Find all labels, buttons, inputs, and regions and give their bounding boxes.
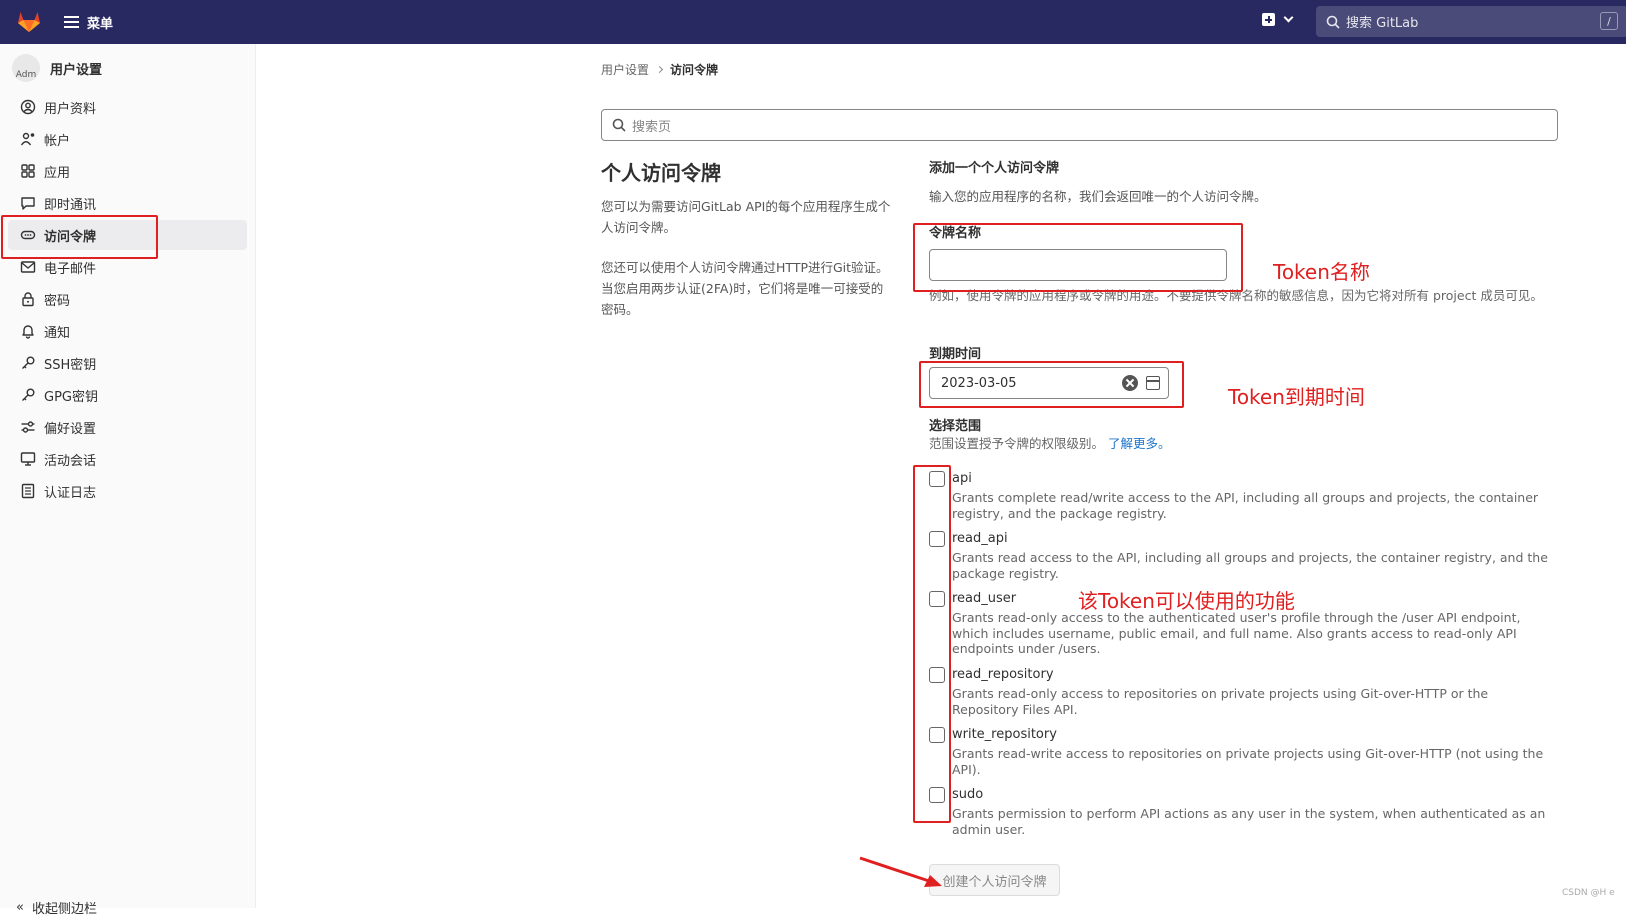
- gitlab-logo-icon[interactable]: [16, 8, 42, 34]
- expiry-label: 到期时间: [929, 347, 982, 362]
- annotation-box-scopes: [913, 465, 951, 823]
- breadcrumb: 用户设置 访问令牌: [601, 61, 718, 78]
- scope-description: Grants permission to perform API actions…: [952, 806, 1546, 837]
- sidebar-item-gpg-keys[interactable]: GPG密钥: [8, 380, 247, 410]
- global-search-input[interactable]: 搜索 GitLab /: [1316, 6, 1626, 37]
- settings-search-input[interactable]: 搜索页: [601, 109, 1558, 141]
- hamburger-icon: [64, 16, 79, 28]
- scopes-label: 选择范围: [929, 419, 982, 434]
- scope-description: Grants read-only access to repositories …: [952, 686, 1489, 717]
- breadcrumb-current[interactable]: 访问令牌: [670, 61, 718, 78]
- watermark: CSDN @H e: [1562, 888, 1615, 898]
- annotation-token-scopes: 该Token可以使用的功能: [1078, 589, 1295, 613]
- scope-name[interactable]: sudo: [952, 787, 983, 803]
- chat-icon: [20, 195, 36, 211]
- menu-label: 菜单: [87, 16, 114, 32]
- form-description: 输入您的应用程序的名称，我们会返回唯一的个人访问令牌。: [929, 189, 1267, 204]
- sidebar-header[interactable]: Adm 用户设置: [12, 54, 102, 82]
- lock-icon: [20, 291, 36, 307]
- breadcrumb-parent-link[interactable]: 用户设置: [601, 61, 649, 78]
- profile-icon: [20, 99, 36, 115]
- top-navbar: 菜单 搜索 GitLab /: [0, 0, 1626, 44]
- scopes-description-text: 范围设置授予令牌的权限级别。: [929, 436, 1105, 451]
- sidebar-title: 用户设置: [50, 62, 103, 78]
- scope-name[interactable]: api: [952, 471, 972, 487]
- chevron-down-icon: [1283, 12, 1294, 23]
- new-dropdown-button[interactable]: [1262, 12, 1294, 26]
- scope-description: Grants read-write access to repositories…: [952, 746, 1544, 777]
- sidebar-item-account[interactable]: 帐户: [8, 124, 247, 154]
- sidebar-item-label: 密码: [44, 293, 71, 309]
- intro-paragraph: 您可以为需要访问GitLab API的每个应用程序生成个人访问令牌。: [601, 199, 891, 235]
- menu-button[interactable]: 菜单: [64, 11, 113, 33]
- sidebar-item-active-sessions[interactable]: 活动会话: [8, 444, 247, 474]
- search-shortcut-key: /: [1600, 12, 1618, 30]
- mail-icon: [20, 259, 36, 275]
- sidebar-item-label: 电子邮件: [44, 261, 97, 277]
- scope-description: Grants read-only access to the authentic…: [952, 610, 1521, 656]
- annotation-arrow-icon: [859, 856, 942, 887]
- chevron-right-icon: [655, 65, 664, 74]
- scope-name[interactable]: read_user: [952, 591, 1016, 607]
- sidebar-item-label: 用户资料: [44, 101, 97, 117]
- sidebar-item-label: 即时通讯: [44, 197, 97, 213]
- monitor-icon: [20, 451, 36, 467]
- scope-name[interactable]: write_repository: [952, 727, 1057, 743]
- account-icon: [20, 131, 36, 147]
- sidebar-item-label: 活动会话: [44, 453, 97, 469]
- sidebar-item-password[interactable]: 密码: [8, 284, 247, 314]
- page-title: 个人访问令牌: [601, 161, 721, 185]
- sidebar-item-label: 通知: [44, 325, 71, 341]
- sidebar-item-label: GPG密钥: [44, 389, 98, 405]
- plus-icon: [1262, 13, 1275, 26]
- scope-name[interactable]: read_repository: [952, 667, 1054, 683]
- form-title: 添加一个个人访问令牌: [929, 161, 1060, 176]
- search-icon: [1326, 15, 1340, 29]
- key-icon: [20, 387, 36, 403]
- sidebar-item-label: 偏好设置: [44, 421, 97, 437]
- intro-paragraph: 您还可以使用个人访问令牌通过HTTP进行Git验证。 当您启用两步认证(2FA)…: [601, 260, 889, 317]
- annotation-box-expiry: [919, 361, 1184, 408]
- scope-description: Grants read access to the API, including…: [952, 550, 1548, 581]
- preferences-icon: [20, 419, 36, 435]
- log-icon: [20, 483, 36, 499]
- settings-search-placeholder: 搜索页: [632, 119, 672, 135]
- sidebar-item-label: 应用: [44, 165, 71, 181]
- applications-icon: [20, 163, 36, 179]
- key-icon: [20, 355, 36, 371]
- annotation-token-expiry: Token到期时间: [1228, 385, 1365, 409]
- learn-more-link[interactable]: 了解更多。: [1108, 436, 1171, 451]
- annotation-box-token-name: [913, 223, 1243, 292]
- sidebar-item-applications[interactable]: 应用: [8, 156, 247, 186]
- global-search-placeholder: 搜索 GitLab: [1346, 16, 1419, 31]
- avatar: Adm: [12, 54, 40, 82]
- create-token-button[interactable]: 创建个人访问令牌: [929, 864, 1060, 896]
- sidebar-item-label: 认证日志: [44, 485, 97, 501]
- sidebar-item-profile[interactable]: 用户资料: [8, 92, 247, 122]
- annotation-token-name: Token名称: [1273, 260, 1370, 284]
- scope-description: Grants complete read/write access to the…: [952, 490, 1539, 521]
- sidebar-item-notifications[interactable]: 通知: [8, 316, 247, 346]
- sidebar-item-label: 帐户: [44, 133, 71, 149]
- sidebar: Adm 用户设置 用户资料 帐户 应用 即时通讯 访问令牌 电子邮件 密码 通知…: [0, 44, 256, 917]
- sidebar-item-auth-log[interactable]: 认证日志: [8, 476, 247, 506]
- sidebar-item-ssh-keys[interactable]: SSH密钥: [8, 348, 247, 378]
- bell-icon: [20, 323, 36, 339]
- search-icon: [612, 118, 626, 132]
- sidebar-item-preferences[interactable]: 偏好设置: [8, 412, 247, 442]
- scopes-description: 范围设置授予令牌的权限级别。 了解更多。: [929, 434, 1171, 454]
- scope-name[interactable]: read_api: [952, 531, 1008, 547]
- sidebar-item-chat[interactable]: 即时通讯: [8, 188, 247, 218]
- intro-section: 个人访问令牌 您可以为需要访问GitLab API的每个应用程序生成个人访问令牌…: [601, 157, 891, 339]
- annotation-box-sidebar: [1, 215, 158, 259]
- sidebar-item-label: SSH密钥: [44, 357, 97, 373]
